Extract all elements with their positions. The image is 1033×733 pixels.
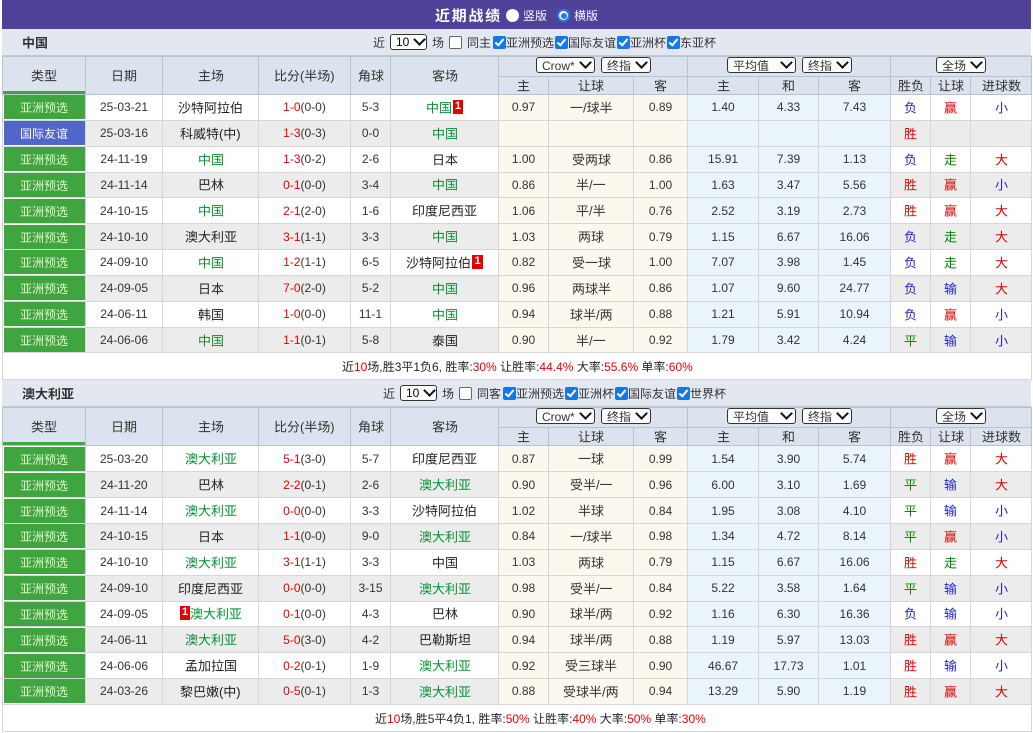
svg-text:,: , [412, 712, 415, 726]
svg-text:30%: 30% [472, 360, 496, 374]
svg-text:5: 5 [427, 712, 434, 726]
svg-text:(: ( [219, 126, 224, 141]
svg-text:10: 10 [387, 712, 401, 726]
svg-text:55.6%: 55.6% [604, 360, 638, 374]
svg-text:/: / [596, 307, 600, 322]
svg-text:40%: 40% [572, 712, 596, 726]
svg-text:50%: 50% [505, 712, 529, 726]
svg-text:1: 1 [413, 360, 420, 374]
svg-text:): ) [236, 684, 240, 699]
svg-text:50%: 50% [627, 712, 651, 726]
svg-text:): ) [330, 420, 334, 435]
svg-text:60%: 60% [668, 360, 692, 374]
svg-text:): ) [236, 126, 240, 141]
svg-text:/: / [589, 204, 593, 219]
svg-text:/: / [583, 100, 587, 115]
svg-text:/: / [596, 478, 600, 493]
svg-text:,: , [379, 360, 382, 374]
svg-text:30%: 30% [681, 712, 705, 726]
svg-text:1,: 1, [465, 712, 475, 726]
svg-text:(: ( [219, 684, 224, 699]
svg-text:Crow*: Crow* [542, 59, 575, 73]
svg-text:/: / [589, 333, 593, 348]
svg-text:(: ( [300, 420, 305, 435]
svg-text:): ) [330, 69, 334, 84]
svg-text:6,: 6, [432, 360, 442, 374]
svg-text:44.4%: 44.4% [539, 360, 573, 374]
svg-text:/: / [589, 178, 593, 193]
svg-text:/: / [596, 607, 600, 622]
svg-text:4: 4 [446, 712, 453, 726]
svg-text:Crow*: Crow* [542, 410, 575, 424]
svg-text:(: ( [300, 69, 305, 84]
svg-text:3: 3 [394, 360, 401, 374]
svg-text:/: / [596, 633, 600, 648]
svg-text:10: 10 [354, 360, 368, 374]
svg-text:/: / [602, 684, 606, 699]
svg-text:/: / [596, 581, 600, 596]
svg-text:/: / [583, 529, 587, 544]
